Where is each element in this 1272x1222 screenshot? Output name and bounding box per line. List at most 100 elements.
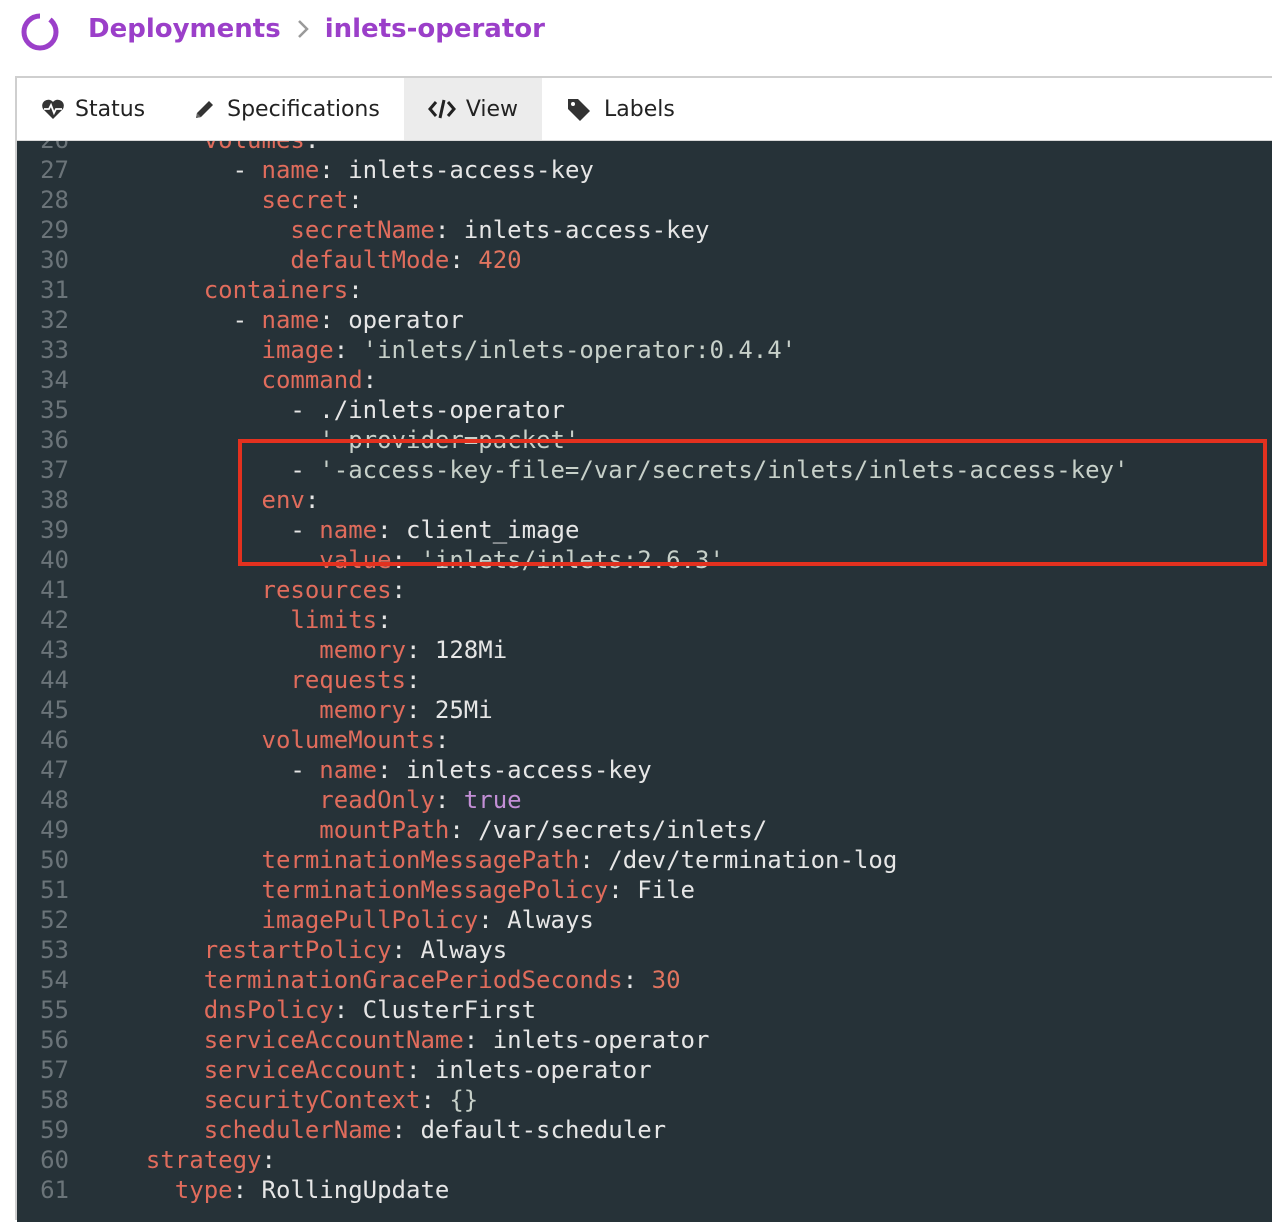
tab-view[interactable]: View — [403, 78, 543, 140]
yaml-value: {} — [449, 1086, 479, 1114]
yaml-separator: : — [434, 786, 464, 814]
code-line: 51 terminationMessagePolicy: File — [17, 875, 1272, 905]
line-number: 41 — [40, 576, 69, 604]
code-text: terminationMessagePolicy: File — [117, 875, 695, 905]
yaml-key: serviceAccount — [203, 1056, 406, 1084]
line-number: 31 — [40, 276, 69, 304]
resource-panel: Status Specifications View Labels 26 vol… — [15, 76, 1272, 1222]
code-text: defaultMode: 420 — [117, 245, 521, 275]
code-lines: 26 volumes:27 - name: inlets-access-key2… — [17, 141, 1272, 1205]
yaml-separator: : — [391, 936, 421, 964]
line-number: 53 — [40, 936, 69, 964]
code-text: securityContext: {} — [117, 1085, 479, 1115]
line-number: 49 — [40, 816, 69, 844]
yaml-value: /var/secrets/inlets/ — [478, 816, 768, 844]
line-number: 33 — [40, 336, 69, 364]
line-number: 51 — [40, 876, 69, 904]
code-line: 39 - name: client_image — [17, 515, 1272, 545]
yaml-value: 128Mi — [434, 636, 508, 664]
yaml-key: name — [319, 516, 378, 544]
yaml-key: restartPolicy — [203, 936, 392, 964]
yaml-separator: : — [319, 306, 349, 334]
tab-specifications[interactable]: Specifications — [169, 78, 404, 140]
yaml-separator: : — [463, 1026, 493, 1054]
line-number: 60 — [40, 1146, 69, 1174]
code-text: imagePullPolicy: Always — [117, 905, 594, 935]
yaml-value: client_image — [406, 516, 580, 544]
yaml-separator: : — [391, 1116, 421, 1144]
tab-labels[interactable]: Labels — [542, 78, 699, 140]
yaml-key: resources — [261, 576, 392, 604]
line-number: 30 — [40, 246, 69, 274]
yaml-value: RollingUpdate — [261, 1176, 450, 1204]
yaml-key: defaultMode — [290, 246, 450, 274]
yaml-separator: : — [406, 1056, 435, 1084]
code-text: - '-provider=packet' — [117, 425, 579, 455]
code-text: - name: inlets-access-key — [117, 755, 652, 785]
yaml-key: dnsPolicy — [203, 996, 334, 1024]
yaml-value: ./inlets-operator — [319, 396, 565, 424]
indent: - — [117, 156, 262, 184]
yaml-value: operator — [348, 306, 464, 334]
code-text: limits: — [117, 605, 391, 635]
yaml-separator: : — [261, 1146, 276, 1174]
code-line: 56 serviceAccountName: inlets-operator — [17, 1025, 1272, 1055]
code-text: value: 'inlets/inlets:2.6.3' — [117, 545, 724, 575]
code-text: requests: — [117, 665, 420, 695]
line-number: 50 — [40, 846, 69, 874]
code-line: 58 securityContext: {} — [17, 1085, 1272, 1115]
tab-bar: Status Specifications View Labels — [17, 78, 1272, 141]
yaml-separator: : — [622, 966, 652, 994]
code-text: serviceAccount: inlets-operator — [117, 1055, 652, 1085]
yaml-value: inlets-access-key — [348, 156, 594, 184]
yaml-key: readOnly — [319, 786, 435, 814]
tab-status[interactable]: Status — [17, 78, 169, 140]
yaml-separator: : — [333, 336, 363, 364]
code-line: 30 defaultMode: 420 — [17, 245, 1272, 275]
yaml-value: inlets-access-key — [406, 756, 652, 784]
yaml-value: File — [637, 876, 695, 904]
yaml-separator: : — [304, 486, 320, 514]
code-text: - '-access-key-file=/var/secrets/inlets/… — [117, 455, 1128, 485]
line-number: 29 — [40, 216, 69, 244]
yaml-value: inlets-operator — [492, 1026, 710, 1054]
yaml-key: serviceAccountName — [203, 1026, 464, 1054]
line-number: 52 — [40, 906, 69, 934]
app-logo-icon[interactable] — [20, 12, 60, 52]
code-text: strategy: — [117, 1145, 276, 1175]
code-text: dnsPolicy: ClusterFirst — [117, 995, 536, 1025]
code-text: readOnly: true — [117, 785, 522, 815]
line-number: 45 — [40, 696, 69, 724]
yaml-key: image — [261, 336, 334, 364]
code-text: schedulerName: default-scheduler — [117, 1115, 666, 1145]
code-text: image: 'inlets/inlets-operator:0.4.4' — [117, 335, 797, 365]
line-number: 43 — [40, 636, 69, 664]
yaml-separator: : — [348, 186, 363, 214]
breadcrumb-deployments[interactable]: Deployments — [88, 14, 281, 44]
line-number: 54 — [40, 966, 69, 994]
yaml-value: '-access-key-file=/var/secrets/inlets/in… — [319, 456, 1129, 484]
yaml-value: '-provider=packet' — [319, 426, 580, 454]
yaml-value: true — [463, 786, 522, 814]
code-text: type: RollingUpdate — [117, 1175, 450, 1205]
line-number: 38 — [40, 486, 69, 514]
yaml-key: imagePullPolicy — [261, 906, 479, 934]
line-number: 40 — [40, 546, 69, 574]
yaml-key: env — [261, 486, 305, 514]
yaml-value: ClusterFirst — [362, 996, 537, 1024]
breadcrumb-current: inlets-operator — [324, 14, 545, 44]
yaml-editor[interactable]: 26 volumes:27 - name: inlets-access-key2… — [17, 141, 1272, 1222]
line-number: 39 — [40, 516, 69, 544]
code-line: 28 secret: — [17, 185, 1272, 215]
yaml-value: inlets-access-key — [463, 216, 710, 244]
code-line: 47 - name: inlets-access-key — [17, 755, 1272, 785]
yaml-separator: : — [391, 546, 421, 574]
